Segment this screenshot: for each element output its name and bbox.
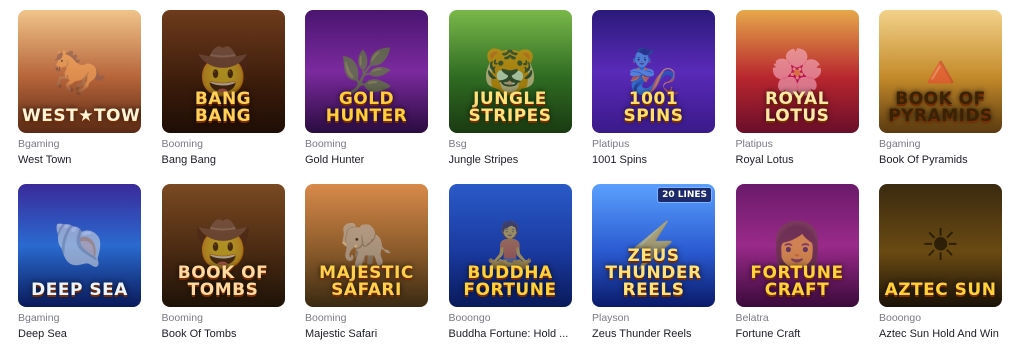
game-card[interactable]: 🤠 Book of Tombs Booming Book Of Tombs (161, 183, 285, 347)
game-thumbnail[interactable]: 🐚 Deep Sea (18, 183, 141, 307)
game-provider: Bgaming (18, 138, 60, 150)
game-thumbnail[interactable]: 🐘 Majestic Safari (305, 183, 428, 307)
game-logo-text: Buddha Fortune (463, 262, 557, 300)
game-logo-text: 1001 Spins (623, 89, 684, 126)
game-logo-text: Aztec Sun (884, 279, 997, 300)
game-provider: Platipus (592, 138, 630, 150)
game-card[interactable]: 🧘 Buddha Fortune Booongo Buddha Fortune: Ho… (448, 183, 572, 347)
game-card[interactable]: 🐯 Jungle Stripes Bsg Jungle Stripes (448, 10, 572, 174)
game-thumbnail[interactable]: 🐎West★Town (18, 10, 141, 133)
game-logo-text: Zeus Thunder Reels (605, 245, 702, 300)
game-logo-text: West★Town (22, 106, 141, 126)
game-logo-text: Gold Hunter (325, 89, 408, 126)
game-provider: Booongo (879, 311, 922, 324)
game-provider: Booming (161, 138, 203, 150)
game-provider: Booongo (448, 311, 491, 324)
game-logo-text: Book of Tombs (177, 262, 269, 300)
game-thumbnail[interactable]: 🌸 Royal Lotus (735, 10, 859, 133)
game-card[interactable]: 🌿 Gold Hunter Booming Gold Hunter (305, 10, 428, 174)
game-logo-text: Book of Pyramids (888, 89, 993, 126)
game-thumbnail[interactable]: ☀ Aztec Sun (879, 183, 1002, 307)
game-thumbnail[interactable]: 🔺 Book of Pyramids (879, 10, 1002, 133)
games-grid: 🐎West★Town Bgaming West Town 🤠Bang Bang Boom… (0, 0, 1020, 347)
game-title[interactable]: Jungle Stripes (449, 153, 572, 167)
game-title[interactable]: Buddha Fortune: Hold ... (449, 327, 572, 341)
game-title[interactable]: Gold Hunter (305, 153, 428, 167)
game-provider: Platipus (735, 138, 773, 150)
game-provider: Bsg (448, 138, 467, 150)
game-title[interactable]: Zeus Thunder Reels (592, 327, 715, 341)
game-title[interactable]: Bang Bang (162, 153, 285, 167)
game-card[interactable]: 🔺 Book of Pyramids Bgaming Book Of Pyramids (879, 10, 1002, 174)
game-provider: Booming (161, 311, 203, 324)
game-title[interactable]: West Town (18, 153, 141, 167)
game-title[interactable]: Book Of Tombs (162, 327, 285, 341)
game-title[interactable]: Fortune Craft (736, 327, 859, 341)
game-thumbnail[interactable]: 🤠 Book of Tombs (161, 183, 285, 307)
game-title[interactable]: 1001 Spins (592, 153, 715, 167)
game-logo-text: Bang Bang (194, 89, 252, 126)
game-title[interactable]: Majestic Safari (305, 327, 428, 341)
game-provider: Booming (305, 311, 347, 324)
game-title[interactable]: Royal Lotus (736, 153, 859, 167)
game-card[interactable]: ☀ Aztec Sun Booongo Aztec Sun Hold And Win (879, 183, 1002, 347)
game-title[interactable]: Aztec Sun Hold And Win (879, 327, 1002, 341)
game-card[interactable]: 👩 Fortune Craft Belatra Fortune Craft (735, 183, 859, 347)
game-logo-text: Jungle Stripes (468, 89, 552, 126)
game-thumbnail[interactable]: ⚡ Zeus Thunder Reels 20 LINES (592, 183, 715, 307)
game-provider: Bgaming (18, 311, 60, 324)
game-logo-text: Deep Sea (31, 279, 128, 300)
game-thumbnail[interactable]: 👩 Fortune Craft (735, 183, 859, 307)
game-logo-text: Majestic Safari (319, 262, 414, 300)
game-card[interactable]: ⚡ Zeus Thunder Reels 20 LINES Playson Zeus T… (592, 183, 715, 347)
game-thumbnail[interactable]: 🧘 Buddha Fortune (448, 183, 572, 307)
game-logo-text: Royal Lotus (764, 89, 830, 126)
game-thumbnail[interactable]: 🐯 Jungle Stripes (448, 10, 572, 133)
game-card[interactable]: 🌸 Royal Lotus Platipus Royal Lotus (735, 10, 859, 174)
game-provider: Belatra (735, 311, 769, 324)
game-card[interactable]: 🤠 Bang Bang Booming Bang Bang (161, 10, 285, 174)
game-card[interactable]: 🐘 Majestic Safari Booming Majestic Safari (305, 183, 428, 347)
game-provider: Bgaming (879, 138, 921, 150)
game-thumbnail[interactable]: 🤠 Bang Bang (161, 10, 285, 133)
game-logo-text: Fortune Craft (750, 262, 844, 300)
game-provider: Playson (592, 311, 630, 324)
game-thumbnail[interactable]: 🌿 Gold Hunter (305, 10, 428, 133)
game-title[interactable]: Book Of Pyramids (879, 153, 1002, 167)
game-thumbnail[interactable]: 🧞 1001 Spins (592, 10, 715, 133)
game-card[interactable]: 🐚 Deep Sea Bgaming Deep Sea (18, 183, 141, 347)
game-card[interactable]: 🐎West★Town Bgaming West Town (18, 10, 141, 174)
lines-badge: 20 LINES (657, 186, 712, 203)
game-title[interactable]: Deep Sea (18, 327, 141, 341)
game-provider: Booming (305, 138, 347, 150)
game-card[interactable]: 🧞 1001 Spins Platipus 1001 Spins (592, 10, 715, 174)
